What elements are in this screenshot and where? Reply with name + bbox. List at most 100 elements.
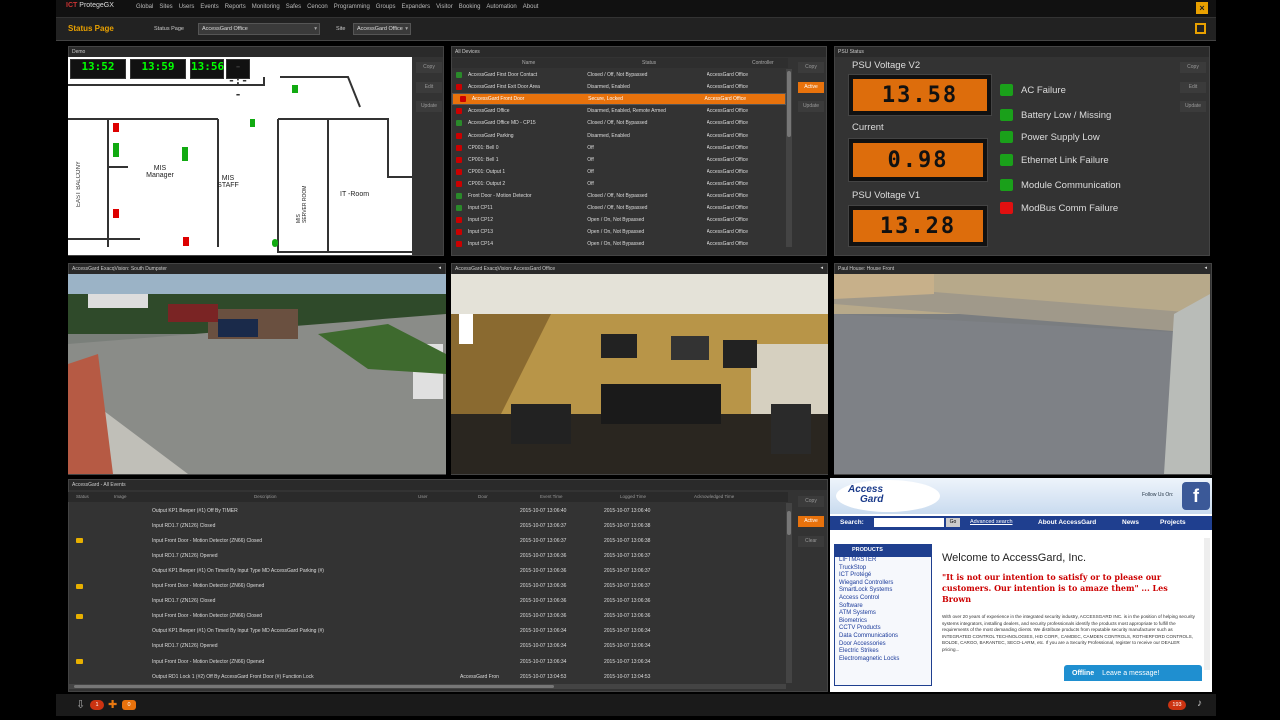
door-sensor[interactable] bbox=[292, 85, 298, 93]
site-logo[interactable]: Access Gard bbox=[836, 480, 940, 512]
product-link[interactable]: Electric Strikes bbox=[835, 648, 931, 656]
menu-item[interactable]: Cencon bbox=[307, 4, 328, 10]
event-row[interactable]: Output RD1 Lock 1 (#2) Off By AccessGard… bbox=[68, 669, 786, 684]
event-row[interactable]: Input Front Door - Motion Detector (ZN66… bbox=[68, 654, 786, 669]
device-row[interactable]: AccessGard Parking Disarmed, Enabled Acces… bbox=[452, 129, 786, 141]
product-link[interactable]: Data Communications bbox=[835, 633, 931, 641]
device-row[interactable]: CP001: Bell 1 Off AccessGard Office bbox=[452, 154, 786, 166]
camera-feed-south-dumpster[interactable] bbox=[68, 274, 446, 474]
camera-feed-house-front[interactable] bbox=[834, 274, 1210, 474]
device-row[interactable]: CP001: Output 2 Off AccessGard Office bbox=[452, 178, 786, 190]
product-link[interactable]: SmartLock Systems bbox=[835, 587, 931, 595]
bell-icon[interactable]: ♪ bbox=[1197, 698, 1202, 709]
web-scrollbar[interactable] bbox=[1204, 538, 1210, 670]
update-button[interactable]: Update bbox=[416, 101, 442, 112]
device-row[interactable]: AccessGard Front Door Secure, Locked Acces… bbox=[452, 93, 786, 106]
door-sensor[interactable] bbox=[113, 209, 119, 218]
device-row[interactable]: Input CP13 Open / On, Not Bypassed AccessG… bbox=[452, 226, 786, 238]
nav-projects[interactable]: Projects bbox=[1160, 519, 1186, 526]
active-button[interactable]: Active bbox=[798, 516, 824, 527]
menu-item[interactable]: Monitoring bbox=[252, 4, 280, 10]
active-button[interactable]: Active bbox=[798, 82, 824, 93]
menu-item[interactable]: Programming bbox=[334, 4, 370, 10]
menu-item[interactable]: Sites bbox=[159, 4, 172, 10]
window-close-icon[interactable]: × bbox=[1196, 2, 1208, 14]
events-scrollbar[interactable] bbox=[786, 503, 792, 683]
menu-item[interactable]: Booking bbox=[459, 4, 481, 10]
chat-widget[interactable]: Offline Leave a message! bbox=[1064, 665, 1202, 681]
event-row[interactable]: Input RD1.7 (ZN126) Opened 2015-10-07 13:… bbox=[68, 639, 786, 654]
menu-item[interactable]: Events bbox=[200, 4, 218, 10]
product-link[interactable]: Wiegand Controllers bbox=[835, 580, 931, 588]
product-link[interactable]: Access Control bbox=[835, 595, 931, 603]
event-row[interactable]: Output KP1 Beeper (#1) On Timed By Input… bbox=[68, 624, 786, 639]
event-row[interactable]: Output KP1 Beeper (#1) Off By TIMER 2015-… bbox=[68, 503, 786, 518]
copy-button[interactable]: Copy bbox=[798, 62, 824, 73]
event-row[interactable]: Input RD1.7 (ZN126) Closed 2015-10-07 13:… bbox=[68, 594, 786, 609]
product-link[interactable]: ATM Systems bbox=[835, 610, 931, 618]
menu-item[interactable]: Groups bbox=[376, 4, 396, 10]
product-link[interactable]: CCTV Products bbox=[835, 625, 931, 633]
door-sensor[interactable] bbox=[182, 147, 188, 161]
event-row[interactable]: Input Front Door - Motion Detector (ZN66… bbox=[68, 579, 786, 594]
product-link[interactable]: Software bbox=[835, 603, 931, 611]
device-row[interactable]: CP001: Output 1 Off AccessGard Office bbox=[452, 166, 786, 178]
facebook-icon[interactable]: f bbox=[1182, 482, 1210, 510]
advanced-search-link[interactable]: Advanced search bbox=[970, 519, 1013, 525]
product-link[interactable]: Electromagnetic Locks bbox=[835, 656, 931, 664]
menu-item[interactable]: About bbox=[523, 4, 539, 10]
event-row[interactable]: Input RD1.7 (ZN126) Opened 2015-10-07 13:… bbox=[68, 548, 786, 563]
menu-item[interactable]: Global bbox=[136, 4, 153, 10]
event-count-badge[interactable]: 193 bbox=[1168, 700, 1186, 710]
copy-button[interactable]: Copy bbox=[798, 496, 824, 507]
maximize-icon[interactable]: ◂ bbox=[820, 265, 823, 271]
device-row[interactable]: AccessGard First Exit Door Area Disarmed,… bbox=[452, 81, 786, 93]
product-link[interactable]: Door Accessories bbox=[835, 641, 931, 649]
product-link[interactable]: Biometrics bbox=[835, 618, 931, 626]
search-input[interactable] bbox=[874, 518, 944, 527]
copy-button[interactable]: Copy bbox=[416, 62, 442, 73]
event-row[interactable]: Input Front Door - Motion Detector (ZN66… bbox=[68, 609, 786, 624]
door-sensor[interactable] bbox=[183, 237, 189, 246]
device-row[interactable]: AccessGard First Door Contact Closed / Of… bbox=[452, 69, 786, 81]
events-hscrollbar[interactable] bbox=[68, 684, 786, 689]
menu-item[interactable]: Safes bbox=[286, 4, 301, 10]
site-select[interactable]: AccessGard Office ▾ bbox=[353, 23, 411, 35]
door-sensor[interactable] bbox=[250, 119, 255, 127]
device-row[interactable]: AccessGard Office MD - CP15 Closed / Off,… bbox=[452, 117, 786, 129]
event-row[interactable]: Output KP1 Beeper (#1) On Timed By Input… bbox=[68, 563, 786, 578]
product-link[interactable]: ICT Protégé bbox=[835, 572, 931, 580]
door-sensor[interactable] bbox=[113, 143, 119, 157]
device-scrollbar[interactable] bbox=[786, 69, 792, 247]
nav-about[interactable]: About AccessGard bbox=[1038, 519, 1096, 526]
clear-button[interactable]: Clear bbox=[798, 536, 824, 547]
menu-item[interactable]: Users bbox=[179, 4, 195, 10]
menu-item[interactable]: Visitor bbox=[436, 4, 453, 10]
door-sensor[interactable] bbox=[272, 239, 278, 247]
menu-item[interactable]: Expanders bbox=[401, 4, 430, 10]
maximize-icon[interactable]: ◂ bbox=[438, 265, 441, 271]
copy-button[interactable]: Copy bbox=[1180, 62, 1206, 73]
status-page-select[interactable]: AccessGard Office ▾ bbox=[198, 23, 320, 35]
device-row[interactable]: Front Door - Motion Detector Closed / Off… bbox=[452, 190, 786, 202]
edit-button[interactable]: Edit bbox=[416, 82, 442, 93]
update-button[interactable]: Update bbox=[1180, 101, 1206, 112]
device-row[interactable]: CP001: Bell 0 Off AccessGard Office bbox=[452, 142, 786, 154]
pin-icon[interactable]: ⇩ bbox=[76, 698, 85, 711]
warning-count-badge[interactable]: 0 bbox=[122, 700, 136, 710]
alarm-count-badge[interactable]: 1 bbox=[90, 700, 104, 710]
device-row[interactable]: Input CP14 Open / On, Not Bypassed AccessG… bbox=[452, 238, 786, 249]
product-link[interactable]: LIFTMASTER bbox=[835, 557, 931, 565]
camera-feed-office[interactable] bbox=[451, 274, 828, 474]
event-row[interactable]: Input RD1.7 (ZN126) Closed 2015-10-07 13:… bbox=[68, 518, 786, 533]
update-button[interactable]: Update bbox=[798, 101, 824, 112]
menu-item[interactable]: Automation bbox=[486, 4, 516, 10]
door-sensor[interactable] bbox=[113, 123, 119, 132]
maximize-icon[interactable]: ◂ bbox=[1204, 265, 1207, 271]
device-row[interactable]: Input CP12 Open / On, Not Bypassed AccessG… bbox=[452, 214, 786, 226]
nav-news[interactable]: News bbox=[1122, 519, 1139, 526]
gear-icon[interactable]: ✚ bbox=[108, 698, 117, 711]
edit-page-icon[interactable] bbox=[1195, 23, 1206, 34]
search-go-button[interactable]: Go bbox=[946, 518, 960, 527]
menu-item[interactable]: Reports bbox=[225, 4, 246, 10]
